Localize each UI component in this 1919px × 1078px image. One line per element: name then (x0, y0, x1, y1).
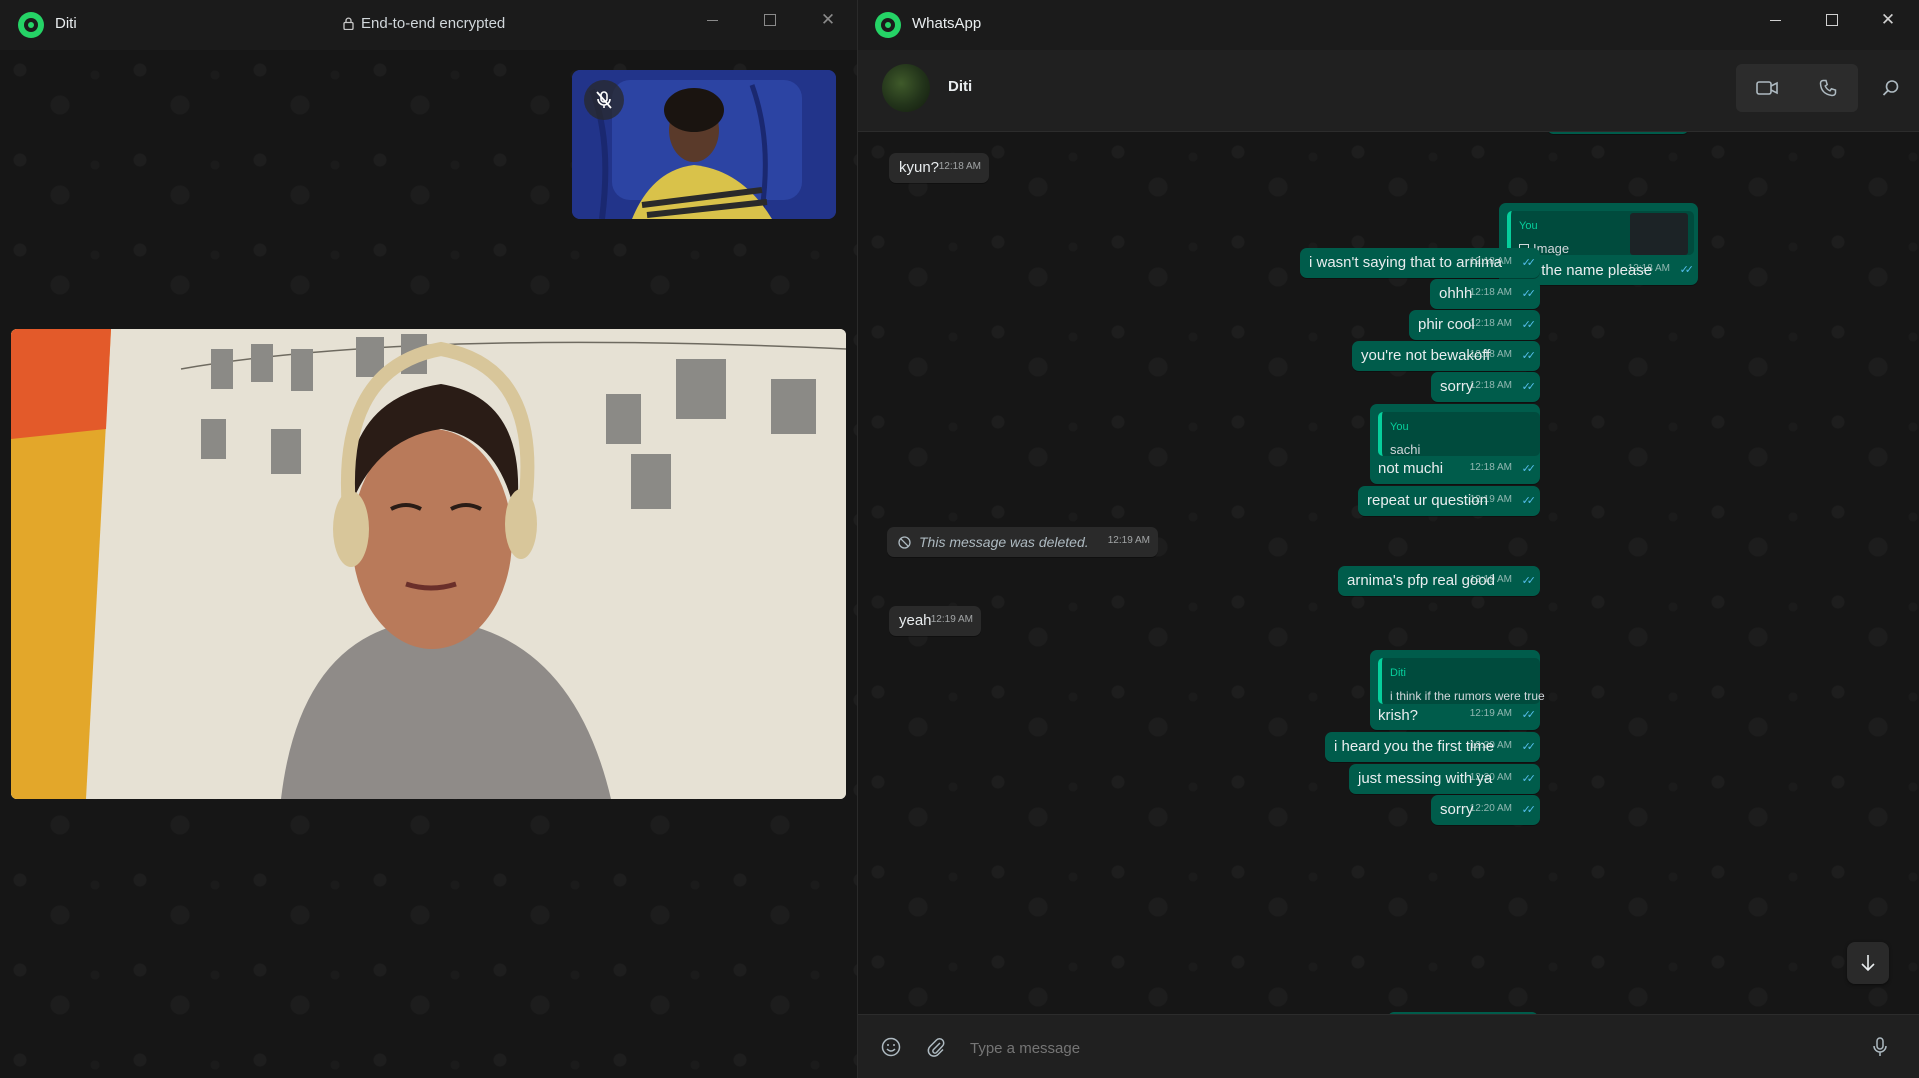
message-bubble-partial (1548, 132, 1688, 134)
remote-video-image (11, 329, 846, 799)
maximize-button[interactable] (742, 0, 798, 40)
quoted-message[interactable]: Diti i think if the rumors were true (1378, 658, 1545, 704)
call-window: Diti End-to-end encrypted ✕ (0, 0, 858, 1078)
app-titlebar: WhatsApp ✕ (858, 0, 1919, 50)
self-video-preview[interactable] (572, 70, 836, 219)
app-title: WhatsApp (912, 15, 982, 32)
message-incoming[interactable]: yeah 12:19 AM (889, 606, 981, 636)
attach-icon (927, 1038, 945, 1057)
read-receipt-icon: ✓✓ (1521, 804, 1537, 816)
read-receipt-icon: ✓✓ (1521, 575, 1537, 587)
read-receipt-icon: ✓✓ (1521, 773, 1537, 785)
encryption-indicator: End-to-end encrypted (343, 15, 505, 32)
minimize-button[interactable] (684, 0, 740, 40)
message-composer (858, 1014, 1919, 1078)
emoji-button[interactable] (873, 1029, 909, 1065)
avatar[interactable] (882, 64, 930, 112)
read-receipt-icon: ✓✓ (1521, 381, 1537, 393)
message-outgoing[interactable]: ohhh 12:18 AM ✓✓ (1430, 279, 1540, 309)
read-receipt-icon: ✓✓ (1521, 350, 1537, 362)
mute-indicator (584, 80, 624, 120)
attach-button[interactable] (918, 1029, 954, 1065)
chat-header: Diti (858, 50, 1919, 132)
microphone-icon (1873, 1037, 1887, 1056)
mic-off-icon (596, 91, 612, 109)
encryption-text: End-to-end encrypted (361, 15, 506, 32)
maximize-button[interactable] (1804, 0, 1860, 40)
message-outgoing[interactable]: you're not bewakoff 12:18 AM ✓✓ (1352, 341, 1540, 371)
minimize-button[interactable] (1747, 0, 1803, 40)
close-icon: ✕ (1880, 10, 1896, 29)
close-button[interactable]: ✕ (800, 0, 856, 40)
message-outgoing[interactable]: just messing with ya 12:20 AM ✓✓ (1349, 764, 1540, 794)
deleted-icon (898, 536, 911, 549)
video-call-button[interactable] (1736, 64, 1797, 112)
read-receipt-icon: ✓✓ (1521, 495, 1537, 507)
call-title: Diti (55, 15, 77, 32)
message-outgoing-reply[interactable]: Diti i think if the rumors were true kri… (1370, 650, 1545, 730)
read-receipt-icon: ✓✓ (1521, 288, 1537, 300)
whatsapp-window: WhatsApp ✕ Diti kyun? 12:18 AM You Image… (858, 0, 1919, 1078)
message-list[interactable]: kyun? 12:18 AM You Image read the name p… (858, 132, 1919, 1014)
search-icon (1882, 80, 1899, 96)
read-receipt-icon: ✓✓ (1679, 264, 1695, 276)
maximize-icon (1826, 14, 1838, 26)
message-outgoing[interactable]: i wasn't saying that to arnima 12:18 AM … (1300, 248, 1540, 278)
message-outgoing[interactable]: sorry 12:20 AM ✓✓ (1431, 795, 1540, 825)
message-outgoing[interactable]: sorry 12:18 AM ✓✓ (1431, 372, 1540, 402)
close-icon: ✕ (820, 10, 836, 29)
remote-video (11, 329, 846, 799)
voice-message-button[interactable] (1862, 1029, 1898, 1065)
read-receipt-icon: ✓✓ (1521, 257, 1537, 269)
call-titlebar: Diti End-to-end encrypted ✕ (0, 0, 857, 50)
read-receipt-icon: ✓✓ (1521, 709, 1537, 721)
quoted-message[interactable]: You sachi (1378, 412, 1540, 457)
video-call-icon (1755, 81, 1778, 95)
message-incoming-deleted[interactable]: This message was deleted. 12:19 AM (887, 527, 1158, 557)
message-input[interactable] (968, 1029, 1832, 1067)
contact-name[interactable]: Diti (948, 78, 972, 95)
message-incoming[interactable]: kyun? 12:18 AM (889, 153, 989, 183)
message-outgoing-reply[interactable]: You sachi not muchi 12:18 AM ✓✓ (1370, 404, 1540, 484)
message-outgoing[interactable]: phir cool 12:18 AM ✓✓ (1409, 310, 1540, 340)
scroll-down-icon (1861, 955, 1875, 972)
message-outgoing[interactable]: i heard you the first time 12:20 AM ✓✓ (1325, 732, 1540, 762)
scroll-to-bottom-button[interactable] (1847, 942, 1889, 984)
voice-call-icon (1819, 79, 1836, 97)
close-button[interactable]: ✕ (1860, 0, 1916, 40)
minimize-icon (1769, 19, 1781, 21)
message-outgoing[interactable]: repeat ur question 12:19 AM ✓✓ (1358, 486, 1540, 516)
emoji-icon (881, 1037, 901, 1057)
whatsapp-logo-icon (18, 12, 44, 38)
call-stage (0, 50, 857, 1078)
whatsapp-logo-icon (875, 12, 901, 38)
quoted-image-thumbnail (1630, 213, 1688, 255)
voice-call-button[interactable] (1797, 64, 1858, 112)
read-receipt-icon: ✓✓ (1521, 741, 1537, 753)
lock-icon (343, 17, 354, 30)
read-receipt-icon: ✓✓ (1521, 319, 1537, 331)
message-outgoing[interactable]: arnima's pfp real good 12:19 AM ✓✓ (1338, 566, 1540, 596)
search-button[interactable] (1868, 64, 1914, 112)
maximize-icon (764, 14, 776, 26)
read-receipt-icon: ✓✓ (1521, 463, 1537, 475)
minimize-icon (706, 19, 718, 21)
